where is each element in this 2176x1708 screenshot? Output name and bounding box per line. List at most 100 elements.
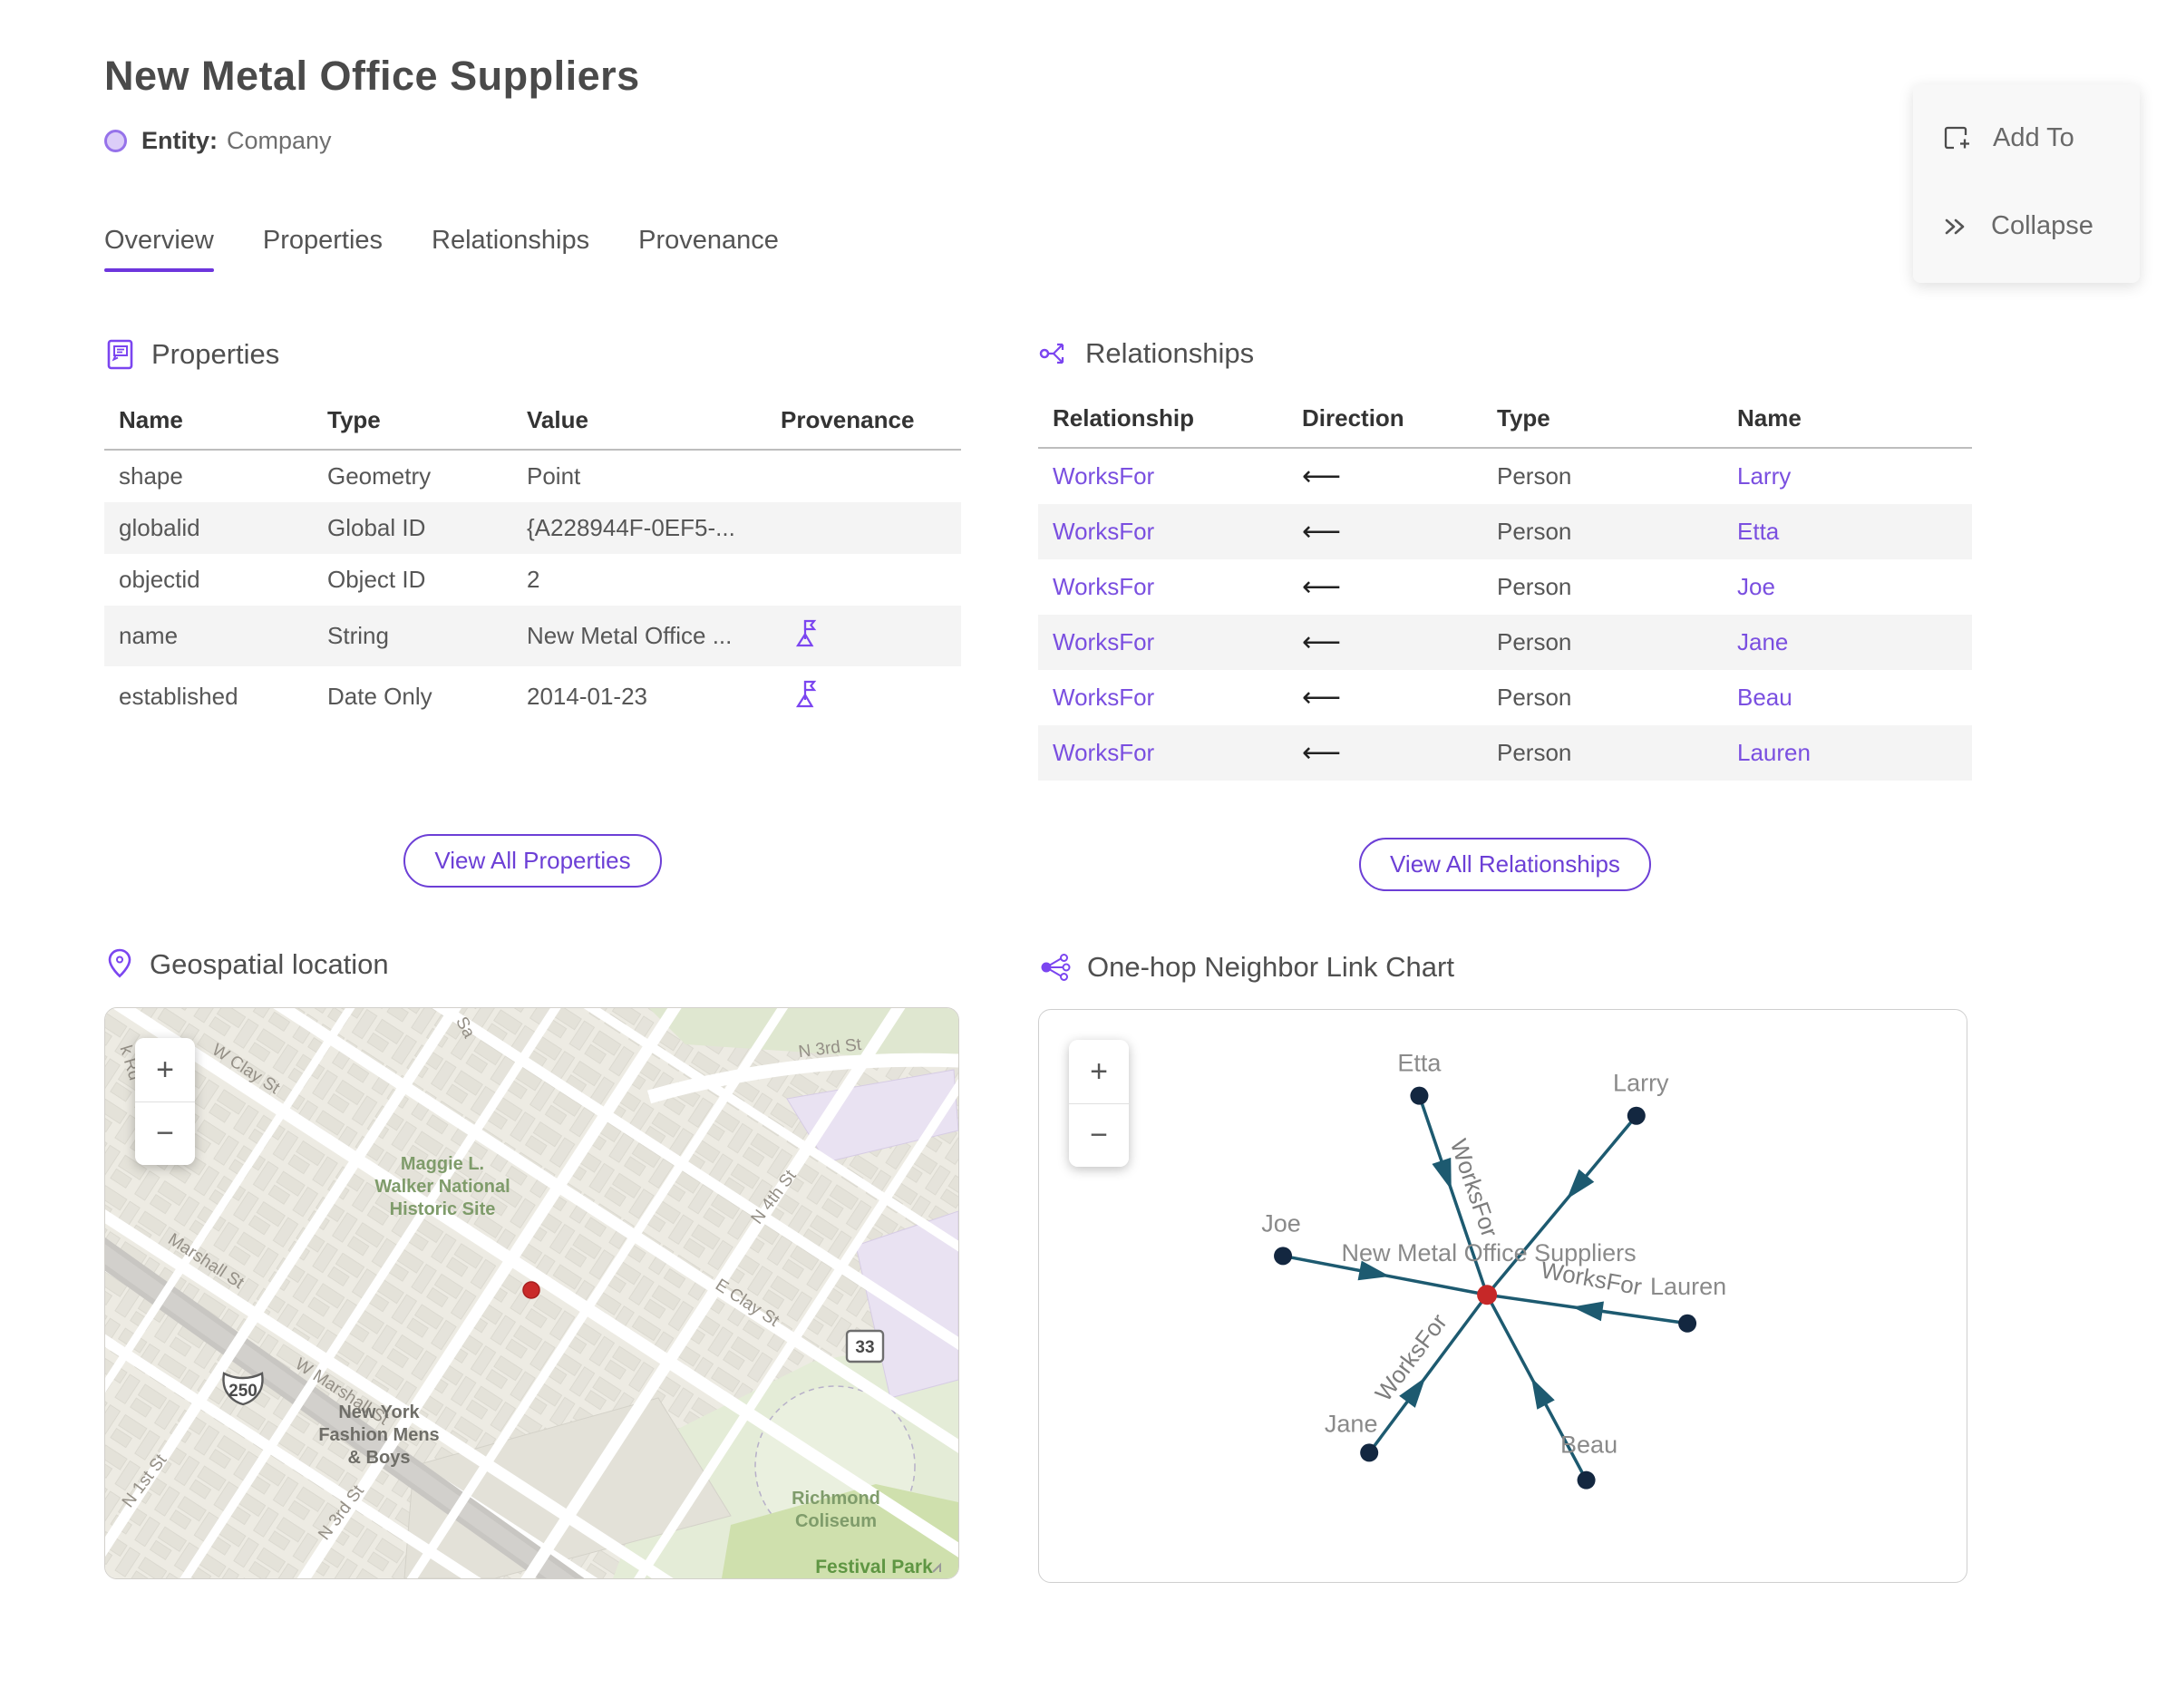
relationship-row: WorksFor ⟵ Person Joe xyxy=(1038,559,1972,615)
relationship-type-link[interactable]: WorksFor xyxy=(1038,504,1287,559)
link-chart-canvas[interactable]: Etta Larry Joe Lauren Jane Beau New Metal Offi… xyxy=(1039,1010,1967,1582)
relationships-table: Relationship Direction Type Name WorksFo… xyxy=(1038,393,1972,781)
property-value: New Metal Office ... xyxy=(527,622,733,649)
property-provenance[interactable] xyxy=(766,606,961,666)
relationship-type-link[interactable]: WorksFor xyxy=(1038,615,1287,670)
graph-edge-label: WorksFor xyxy=(1445,1136,1504,1241)
map-zoom-out-button[interactable]: − xyxy=(135,1101,195,1165)
relationship-row: WorksFor ⟵ Person Lauren xyxy=(1038,725,1972,781)
map-zoom-in-button[interactable]: + xyxy=(135,1038,195,1101)
relationship-type-link[interactable]: WorksFor xyxy=(1038,559,1287,615)
entity-row: Entity: Company xyxy=(104,127,1972,155)
graph-edge-arrow xyxy=(1531,1377,1555,1410)
graph-center-label: New Metal Office Suppliers xyxy=(1342,1239,1637,1266)
properties-table: Name Type Value Provenance shape Geometry… xyxy=(104,395,961,727)
relationship-entity-link[interactable]: Larry xyxy=(1723,448,1972,504)
relationship-type-link[interactable]: WorksFor xyxy=(1038,725,1287,781)
collapse-button[interactable]: Collapse xyxy=(1940,211,2140,241)
collapse-label: Collapse xyxy=(1991,211,2093,240)
map-panel[interactable]: + − 250 33 k Rd W Clay St Sa N 3rd St N … xyxy=(104,1007,959,1579)
relationship-direction: ⟵ xyxy=(1302,737,1342,769)
relationship-direction: ⟵ xyxy=(1302,626,1342,658)
tab-relationships[interactable]: Relationships xyxy=(432,226,589,272)
provenance-flag-icon[interactable] xyxy=(793,617,819,648)
graph-node-lauren[interactable] xyxy=(1678,1314,1697,1333)
graph-edge-arrow xyxy=(1571,1301,1604,1322)
relationships-icon xyxy=(1039,343,1064,364)
link-chart-section-title: One-hop Neighbor Link Chart xyxy=(1087,951,1454,983)
relationship-entity-link[interactable]: Etta xyxy=(1723,504,1972,559)
entity-label: Entity: xyxy=(141,127,218,154)
graph-center-node[interactable] xyxy=(1477,1285,1498,1305)
property-provenance[interactable] xyxy=(766,666,961,727)
add-to-icon xyxy=(1944,126,1969,150)
graph-node-beau[interactable] xyxy=(1577,1470,1596,1490)
svg-text:33: 33 xyxy=(855,1338,874,1357)
geospatial-section-header: Geospatial location xyxy=(104,947,961,982)
property-row: objectid Object ID 2 xyxy=(104,554,961,606)
relationship-row: WorksFor ⟵ Person Larry xyxy=(1038,448,1972,504)
properties-section-header: Properties xyxy=(104,337,961,372)
relationship-row: WorksFor ⟵ Person Jane xyxy=(1038,615,1972,670)
property-name: objectid xyxy=(119,566,200,593)
graph-node-label: Lauren xyxy=(1650,1273,1726,1300)
property-type: Geometry xyxy=(327,462,432,490)
graph-node-larry[interactable] xyxy=(1627,1106,1646,1125)
property-value: {A228944F-0EF5-... xyxy=(527,514,735,541)
col-type: Type xyxy=(313,395,512,451)
property-type: Date Only xyxy=(327,683,432,710)
relationship-entity-type: Person xyxy=(1497,518,1572,545)
map-label: Richmond xyxy=(792,1489,880,1509)
property-name: name xyxy=(119,622,179,649)
graph-node-etta[interactable] xyxy=(1410,1086,1429,1105)
add-to-label: Add To xyxy=(1993,122,2074,152)
relationship-entity-link[interactable]: Joe xyxy=(1723,559,1972,615)
graph-node-label: Joe xyxy=(1261,1209,1301,1237)
svg-text:250: 250 xyxy=(228,1382,257,1401)
double-chevron-right-icon xyxy=(1945,218,1965,234)
relationship-type-link[interactable]: WorksFor xyxy=(1038,448,1287,504)
provenance-flag-icon[interactable] xyxy=(793,678,819,709)
tab-overview[interactable]: Overview xyxy=(104,226,214,272)
map-marker[interactable] xyxy=(522,1281,540,1299)
chart-zoom-control: + − xyxy=(1069,1040,1129,1167)
floating-action-panel: Add To Collapse xyxy=(1913,84,2140,283)
add-to-button[interactable]: Add To xyxy=(1940,122,2140,153)
graph-node-label: Beau xyxy=(1560,1431,1617,1459)
relationship-entity-link[interactable]: Beau xyxy=(1723,670,1972,725)
map-label: & Boys xyxy=(348,1448,411,1468)
col-value: Value xyxy=(512,395,766,451)
view-all-properties-button[interactable]: View All Properties xyxy=(403,834,662,888)
properties-section-title: Properties xyxy=(151,338,280,370)
chart-zoom-in-button[interactable]: + xyxy=(1069,1040,1129,1103)
link-chart-panel[interactable]: + − Etta Larry Joe Lauren Jane Beau New Metal … xyxy=(1038,1009,1967,1583)
relationship-direction: ⟵ xyxy=(1302,682,1342,713)
view-all-relationships-button[interactable]: View All Relationships xyxy=(1359,838,1651,891)
relationship-entity-link[interactable]: Lauren xyxy=(1723,725,1972,781)
property-type: Object ID xyxy=(327,566,426,593)
route-shield-us: 250 xyxy=(222,1372,264,1406)
relationship-entity-type: Person xyxy=(1497,628,1572,655)
map-canvas[interactable]: 25033 k Rd W Clay StSaN 3rd StN 4th StMar… xyxy=(105,1008,958,1578)
tab-provenance[interactable]: Provenance xyxy=(638,226,779,272)
property-row: established Date Only 2014-01-23 xyxy=(104,666,961,727)
property-type: Global ID xyxy=(327,514,426,541)
col-name: Name xyxy=(1723,393,1972,449)
property-name: shape xyxy=(119,462,183,490)
graph-node-joe[interactable] xyxy=(1274,1247,1293,1266)
map-label: Fashion Mens xyxy=(318,1425,439,1445)
relationship-type-link[interactable]: WorksFor xyxy=(1038,670,1287,725)
property-type: String xyxy=(327,622,389,649)
relationship-entity-type: Person xyxy=(1497,573,1572,600)
relationship-entity-link[interactable]: Jane xyxy=(1723,615,1972,670)
chart-zoom-out-button[interactable]: − xyxy=(1069,1103,1129,1167)
tab-properties[interactable]: Properties xyxy=(263,226,383,272)
graph-node-jane[interactable] xyxy=(1360,1443,1379,1462)
property-row: name String New Metal Office ... xyxy=(104,606,961,666)
col-type: Type xyxy=(1482,393,1723,449)
map-label: Historic Site xyxy=(390,1199,496,1219)
relationship-direction: ⟵ xyxy=(1302,461,1342,492)
property-name: established xyxy=(119,683,238,710)
relationship-direction: ⟵ xyxy=(1302,571,1342,603)
property-value: Point xyxy=(527,462,581,490)
